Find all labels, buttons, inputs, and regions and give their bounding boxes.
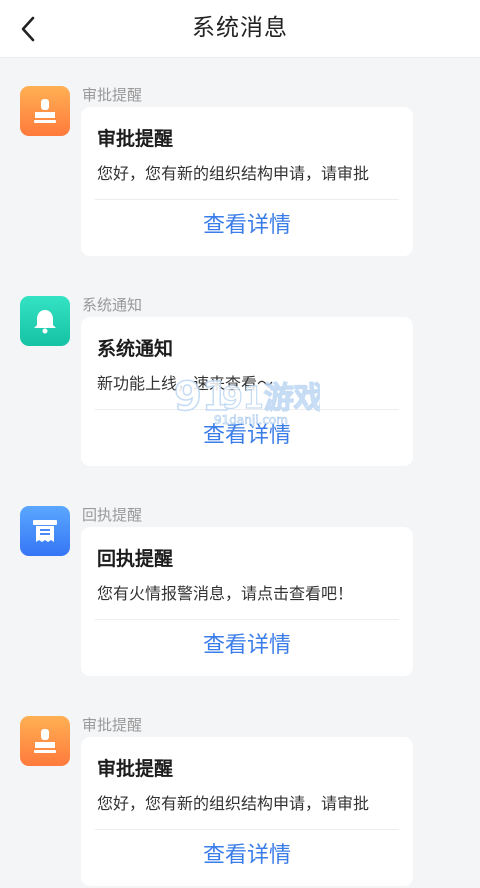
top-bar: 系统消息: [0, 0, 480, 58]
message-item: 回执提醒 回执提醒 您有火情报警消息，请点击查看吧！ 查看详情: [0, 478, 480, 678]
card-body: 您好，您有新的组织结构申请，请审批: [97, 164, 370, 183]
message-category: 审批提醒: [82, 86, 143, 104]
card-title: 审批提醒: [97, 128, 174, 150]
card-title: 系统通知: [97, 338, 174, 360]
stamp-icon: [20, 86, 70, 136]
divider: [95, 409, 399, 410]
receipt-icon: [20, 506, 70, 556]
message-card[interactable]: 审批提醒 您好，您有新的组织结构申请，请审批 查看详情: [81, 737, 413, 886]
divider: [95, 199, 399, 200]
message-item: 审批提醒 审批提醒 您好，您有新的组织结构申请，请审批 查看详情: [0, 688, 480, 888]
message-category: 系统通知: [82, 296, 143, 314]
view-details-button[interactable]: 查看详情: [81, 417, 413, 455]
divider: [95, 829, 399, 830]
bell-icon: [20, 296, 70, 346]
message-category: 审批提醒: [82, 716, 143, 734]
message-item: 系统通知 系统通知 新功能上线，速来查看～ 查看详情: [0, 268, 480, 468]
page-title: 系统消息: [192, 15, 288, 41]
card-body: 您有火情报警消息，请点击查看吧！: [97, 584, 354, 603]
view-details-button[interactable]: 查看详情: [81, 837, 413, 875]
stamp-icon: [20, 716, 70, 766]
divider: [95, 619, 399, 620]
message-item: 审批提醒 审批提醒 您好，您有新的组织结构申请，请审批 查看详情: [0, 58, 480, 258]
message-category: 回执提醒: [82, 506, 143, 524]
card-body: 新功能上线，速来查看～: [97, 374, 274, 393]
card-title: 回执提醒: [97, 548, 174, 570]
message-card[interactable]: 审批提醒 您好，您有新的组织结构申请，请审批 查看详情: [81, 107, 413, 256]
card-body: 您好，您有新的组织结构申请，请审批: [97, 794, 370, 813]
message-card[interactable]: 回执提醒 您有火情报警消息，请点击查看吧！ 查看详情: [81, 527, 413, 676]
message-card[interactable]: 系统通知 新功能上线，速来查看～ 查看详情: [81, 317, 413, 466]
card-title: 审批提醒: [97, 758, 174, 780]
view-details-button[interactable]: 查看详情: [81, 627, 413, 665]
view-details-button[interactable]: 查看详情: [81, 207, 413, 245]
